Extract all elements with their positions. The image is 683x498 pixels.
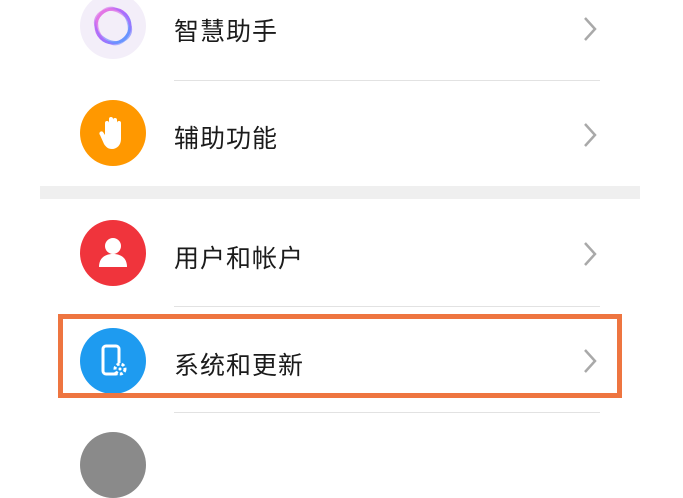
settings-item-users-accounts[interactable]: 用户和帐户 xyxy=(40,210,640,296)
settings-item-label: 辅助功能 xyxy=(174,124,279,153)
user-account-icon xyxy=(80,220,146,286)
highlight-annotation xyxy=(58,314,622,398)
settings-item-smart-assistant[interactable]: 智慧助手 xyxy=(40,0,640,67)
settings-item-partial[interactable] xyxy=(40,420,640,498)
divider xyxy=(174,306,600,307)
divider xyxy=(174,80,600,81)
smart-assistant-icon xyxy=(80,0,146,59)
chevron-right-icon xyxy=(584,17,597,41)
chevron-right-icon xyxy=(584,123,597,147)
hand-accessibility-icon xyxy=(80,100,146,166)
settings-item-accessibility[interactable]: 辅助功能 xyxy=(40,92,640,178)
settings-item-label: 用户和帐户 xyxy=(174,244,305,273)
settings-item-label: 智慧助手 xyxy=(174,17,279,46)
section-separator xyxy=(40,186,640,199)
chevron-right-icon xyxy=(584,242,597,266)
more-settings-icon xyxy=(80,432,146,498)
divider xyxy=(174,412,600,413)
